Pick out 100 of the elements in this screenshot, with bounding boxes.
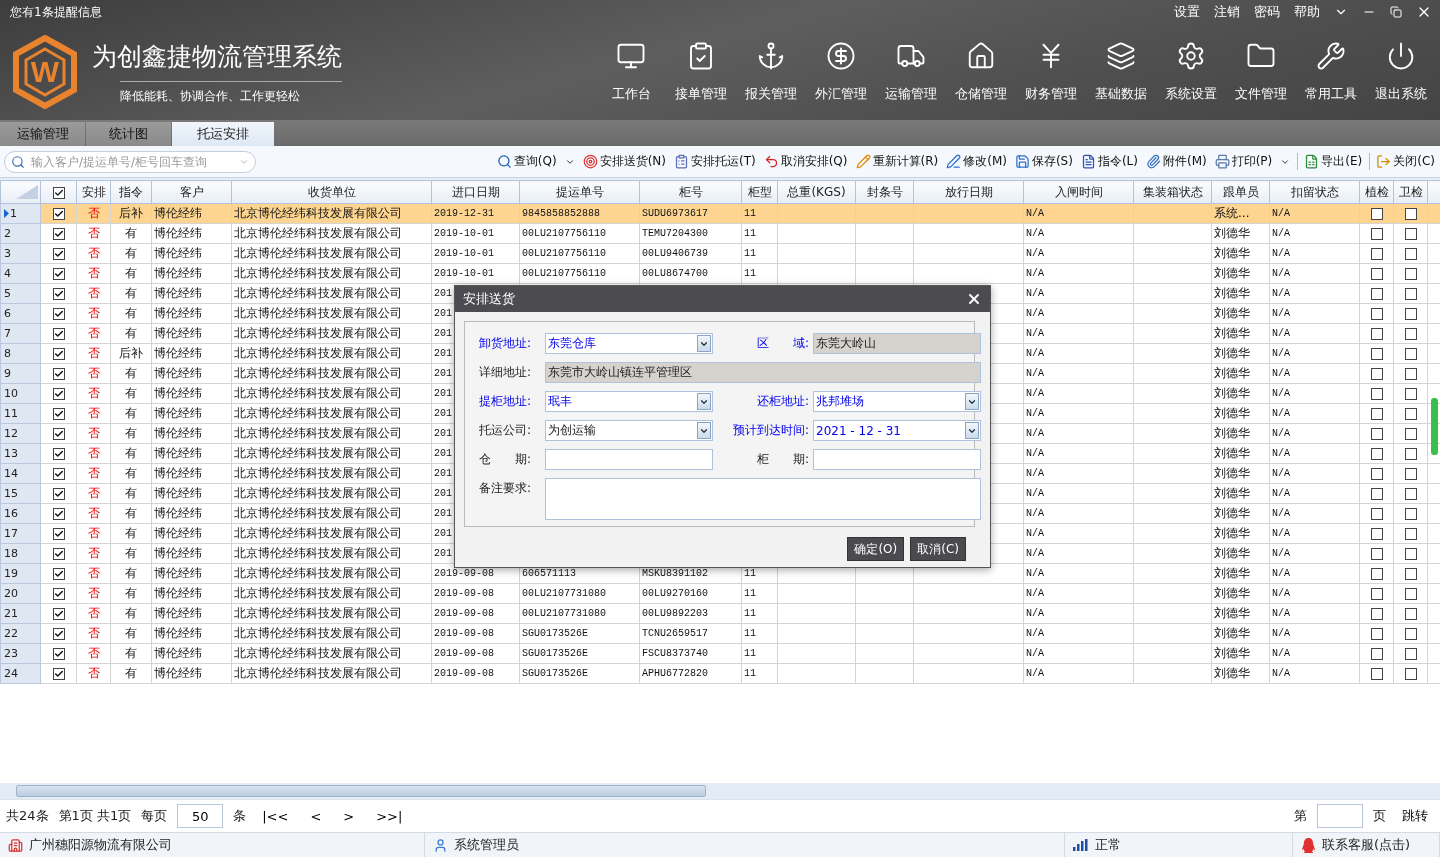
checkbox[interactable] [52, 508, 65, 520]
checkbox[interactable] [52, 186, 65, 199]
checkbox[interactable] [1370, 408, 1383, 420]
checkbox[interactable] [52, 228, 65, 240]
header-link[interactable]: 帮助 [1294, 3, 1320, 21]
column-header[interactable]: 柜型 [741, 180, 778, 204]
checkbox[interactable] [52, 628, 65, 640]
previous-page-button[interactable]: < [304, 808, 328, 824]
toolbar-button[interactable]: 保存(S) [1013, 153, 1074, 170]
table-row[interactable]: 22 否 有 博伦经纬 北京博伦经纬科技发展有限公司 2019-09-08 SGU0173526E TCNU2659517 11 N/A 刘德华 N/A [0, 623, 1440, 644]
nav-item[interactable]: 报关管理 [736, 41, 806, 103]
checkbox[interactable] [1404, 268, 1417, 280]
column-header[interactable]: 总重(KGS) [777, 180, 856, 204]
tab[interactable]: 托运安排 [172, 122, 274, 146]
column-header[interactable]: 扣留状态 [1269, 180, 1360, 204]
checkbox[interactable] [52, 308, 65, 320]
checkbox[interactable] [1370, 488, 1383, 500]
checkbox[interactable] [1370, 608, 1383, 620]
nav-item[interactable]: 基础数据 [1086, 41, 1156, 103]
dropdown-field[interactable]: 为创运输 [545, 420, 713, 441]
checkbox[interactable] [1370, 508, 1383, 520]
column-header[interactable]: 跟单员 [1211, 180, 1270, 204]
column-header[interactable]: 封条号 [855, 180, 914, 204]
nav-item[interactable]: 文件管理 [1226, 41, 1296, 103]
checkbox[interactable] [1404, 628, 1417, 640]
nav-item[interactable]: 工作台 [596, 41, 666, 103]
checkbox[interactable] [1404, 428, 1417, 440]
scrollbar-thumb[interactable] [1431, 398, 1438, 455]
column-header[interactable]: 收货单位 [231, 180, 432, 204]
checkbox[interactable] [1404, 288, 1417, 300]
checkbox[interactable] [1404, 348, 1417, 360]
toolbar-button[interactable]: 安排送货(N) [581, 153, 667, 170]
table-row[interactable]: 21 否 有 博伦经纬 北京博伦经纬科技发展有限公司 2019-09-08 00LU2107731080 00LU9892203 11 N/A 刘德华 N/A [0, 603, 1440, 624]
dropdown-field[interactable]: 珉丰 [545, 391, 713, 412]
nav-item[interactable]: 外汇管理 [806, 41, 876, 103]
checkbox[interactable] [1370, 308, 1383, 320]
checkbox[interactable] [1370, 568, 1383, 580]
checkbox[interactable] [1370, 208, 1383, 220]
checkbox[interactable] [52, 428, 65, 440]
checkbox[interactable] [1370, 248, 1383, 260]
input-field[interactable] [545, 449, 713, 470]
table-row[interactable]: 3 否 有 博伦经纬 北京博伦经纬科技发展有限公司 2019-10-01 00LU2107756110 00LU9406739 11 N/A 刘德华 N/A [0, 243, 1440, 264]
column-header[interactable]: 安排 [76, 180, 111, 204]
checkbox[interactable] [1404, 468, 1417, 480]
column-header[interactable]: 植检 [1359, 180, 1394, 204]
checkbox[interactable] [1370, 428, 1383, 440]
header-link[interactable]: 设置 [1174, 3, 1200, 21]
tab[interactable]: 统计图 [86, 122, 171, 146]
checkbox[interactable] [1404, 308, 1417, 320]
support-link[interactable]: 联系客服(点击) [1322, 836, 1411, 854]
checkbox[interactable] [1370, 648, 1383, 660]
checkbox[interactable] [1370, 348, 1383, 360]
input-field[interactable] [813, 449, 981, 470]
table-row[interactable]: 20 否 有 博伦经纬 北京博伦经纬科技发展有限公司 2019-09-08 00LU2107731080 00LU9270160 11 N/A 刘德华 N/A [0, 583, 1440, 604]
column-header[interactable]: 集装箱状态 [1133, 180, 1212, 204]
table-row[interactable]: 23 否 有 博伦经纬 北京博伦经纬科技发展有限公司 2019-09-08 SGU0173526E FSCU8373740 11 N/A 刘德华 N/A [0, 643, 1440, 664]
table-row[interactable]: 2 否 有 博伦经纬 北京博伦经纬科技发展有限公司 2019-10-01 00LU2107756110 TEMU7204300 11 N/A 刘德华 N/A [0, 223, 1440, 244]
table-row[interactable]: 24 否 有 博伦经纬 北京博伦经纬科技发展有限公司 2019-09-08 SGU0173526E APHU6772820 11 N/A 刘德华 N/A [0, 663, 1440, 684]
close-button[interactable] [966, 291, 982, 307]
column-header[interactable]: 进口日期 [431, 180, 520, 204]
nav-item[interactable]: 财务管理 [1016, 41, 1086, 103]
checkbox[interactable] [1404, 368, 1417, 380]
checkbox[interactable] [52, 368, 65, 380]
toolbar-button[interactable]: 关闭(C) [1369, 153, 1436, 170]
checkbox[interactable] [52, 408, 65, 420]
column-header[interactable]: 指令 [110, 180, 152, 204]
column-header[interactable]: 卫检 [1393, 180, 1428, 204]
reminder-notice[interactable]: 您有1条提醒信息 [10, 3, 102, 21]
checkbox[interactable] [52, 468, 65, 480]
checkbox[interactable] [1404, 488, 1417, 500]
checkbox[interactable] [1404, 548, 1417, 560]
restore-icon[interactable] [1390, 6, 1402, 18]
checkbox[interactable] [1370, 668, 1383, 680]
checkbox[interactable] [1370, 588, 1383, 600]
column-header[interactable]: 放行日期 [913, 180, 1024, 204]
dropdown-field[interactable]: 兆邦堆场 [813, 391, 981, 412]
checkbox[interactable] [1404, 408, 1417, 420]
last-page-button[interactable]: >>| [370, 808, 409, 824]
checkbox[interactable] [1370, 368, 1383, 380]
nav-item[interactable]: 接单管理 [666, 41, 736, 103]
first-page-button[interactable]: |<< [256, 808, 295, 824]
nav-item[interactable]: 运输管理 [876, 41, 946, 103]
checkbox[interactable] [52, 268, 65, 280]
toolbar-button[interactable]: 查询(Q) [495, 153, 576, 170]
dropdown-field[interactable]: 东莞仓库 [545, 333, 713, 354]
checkbox[interactable] [1404, 588, 1417, 600]
checkbox[interactable] [52, 528, 65, 540]
checkbox[interactable] [52, 668, 65, 680]
toolbar-button[interactable]: 修改(M) [945, 153, 1008, 170]
next-page-button[interactable]: > [337, 808, 361, 824]
checkbox[interactable] [1404, 448, 1417, 460]
dropdown-field[interactable]: 2021 - 12 - 31 [813, 420, 981, 441]
checkbox[interactable] [1370, 268, 1383, 280]
checkbox[interactable] [1404, 328, 1417, 340]
checkbox[interactable] [1370, 528, 1383, 540]
checkbox[interactable] [1404, 228, 1417, 240]
toolbar-button[interactable]: 取消安排(Q) [762, 153, 849, 170]
checkbox[interactable] [52, 648, 65, 660]
remarks-field[interactable] [545, 478, 981, 520]
nav-item[interactable]: 常用工具 [1296, 41, 1366, 103]
